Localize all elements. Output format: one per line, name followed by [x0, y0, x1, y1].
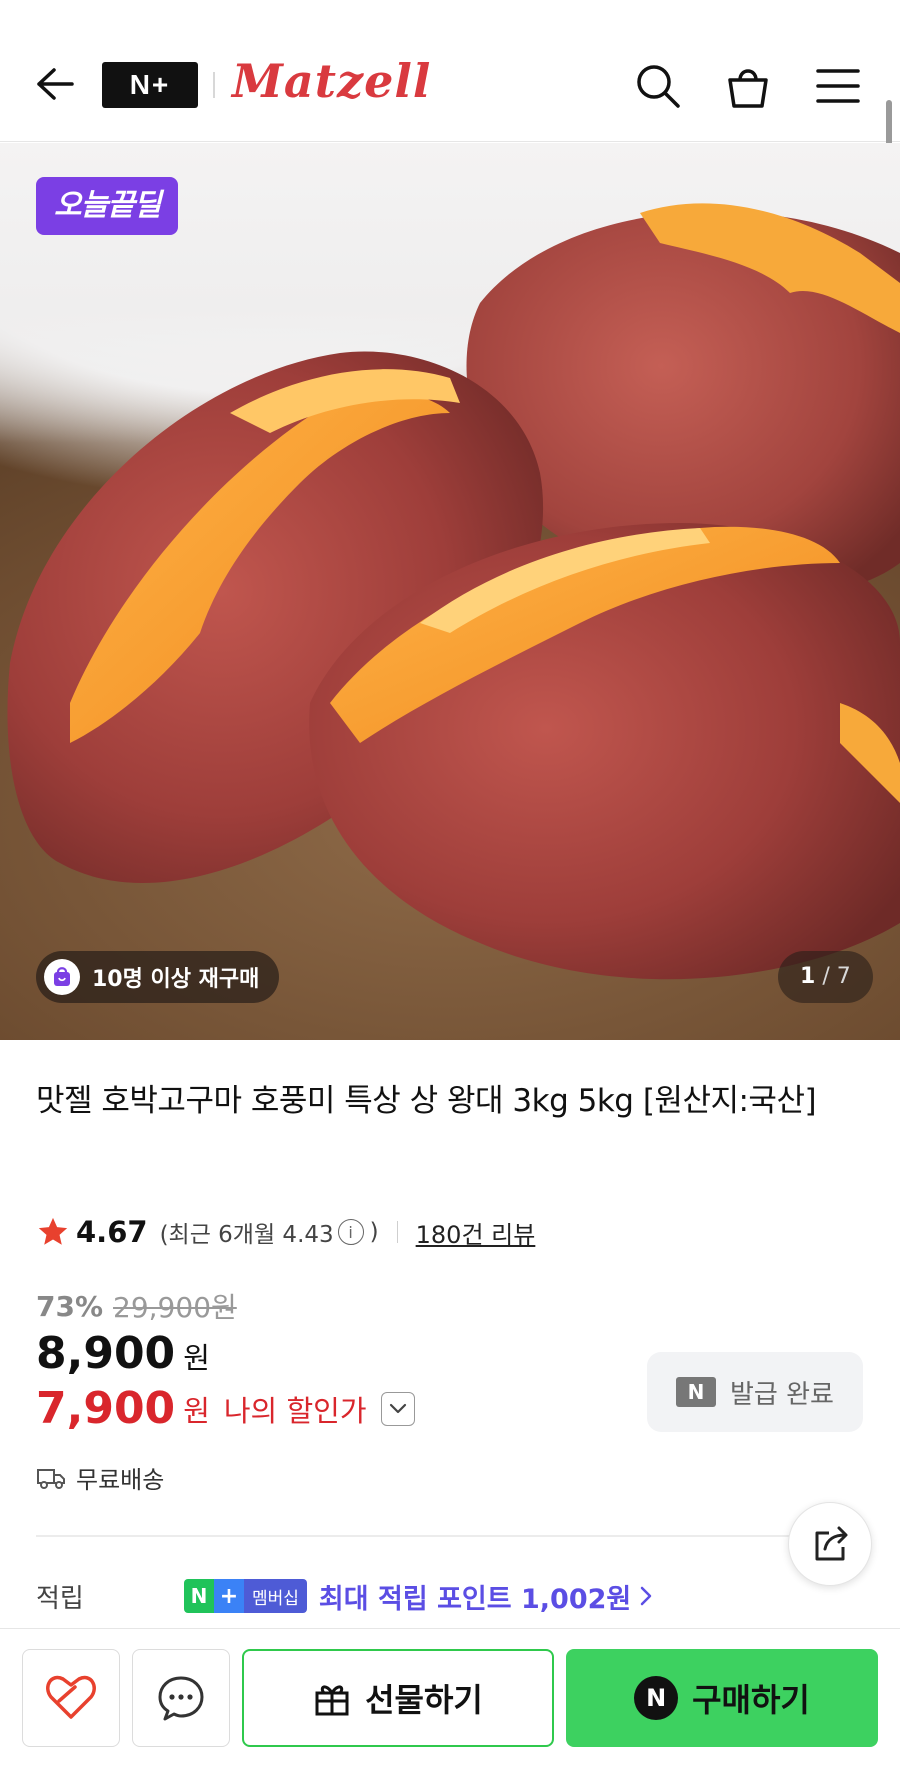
shipping-text: 무료배송: [76, 1466, 165, 1494]
product-image-carousel[interactable]: 오늘끝딜 10명 이상 재구매 1 / 7: [0, 143, 900, 1040]
product-title: 맛젤 호박고구마 호풍미 특상 상 왕대 3kg 5kg [원산지:국산]: [36, 1083, 817, 1119]
my-price-row: 7,900 원 나의 할인가: [36, 1383, 415, 1434]
max-points-text: 최대 적립 포인트 1,002원: [318, 1583, 632, 1615]
chat-icon: [158, 1676, 204, 1721]
original-price: 29,900원: [113, 1291, 237, 1324]
my-price-unit: 원: [183, 1393, 210, 1428]
rating-separator: [396, 1221, 398, 1243]
talk-button[interactable]: [132, 1649, 230, 1747]
membership-plus: +: [214, 1579, 244, 1613]
discount-rate: 73%: [36, 1289, 104, 1323]
discount-row: 73% 29,900원: [36, 1286, 237, 1326]
recent-rating: (최근 6개월 4.43 i ): [160, 1215, 379, 1249]
today-deal-badge: 오늘끝딜: [36, 177, 179, 235]
chevron-right-icon: [641, 1586, 652, 1606]
header-divider: [213, 72, 215, 98]
star-icon: [38, 1217, 68, 1245]
product-photo-sweet-potatoes: [7, 203, 900, 980]
recent-rating-close: ): [369, 1219, 379, 1245]
gift-icon: [315, 1685, 349, 1716]
gift-label: 선물하기: [365, 1681, 483, 1719]
rating-score: 4.67: [76, 1215, 148, 1249]
nplus-logo[interactable]: N+: [102, 62, 198, 108]
menu-icon: [816, 69, 860, 103]
cart-icon: [728, 69, 768, 108]
sale-price: 8,900: [36, 1328, 176, 1379]
search-button[interactable]: [630, 58, 686, 114]
repurchase-badge: 10명 이상 재구매: [36, 951, 280, 1003]
bottom-action-bar: 선물하기 N 구매하기: [0, 1628, 900, 1770]
bag-icon: [44, 959, 80, 995]
my-price-label: 나의 할인가: [223, 1393, 367, 1428]
shipping-row: 무료배송: [36, 1460, 164, 1495]
my-discount-price: 7,900: [36, 1383, 176, 1434]
top-header: N+ Matzell: [0, 0, 900, 142]
heart-icon: [46, 1675, 96, 1719]
repurchase-text: 10명 이상 재구매: [92, 967, 260, 992]
page-separator: /: [822, 964, 830, 989]
membership-text: 멤버십: [244, 1579, 307, 1613]
section-divider: [36, 1535, 864, 1537]
share-button[interactable]: [788, 1502, 872, 1586]
sale-price-row: 8,900 원: [36, 1328, 210, 1379]
sale-price-unit: 원: [183, 1341, 210, 1375]
review-count-link[interactable]: 180건 리뷰: [416, 1215, 536, 1250]
membership-n: N: [184, 1579, 214, 1613]
page-total: 7: [836, 964, 851, 989]
back-button[interactable]: [28, 62, 80, 106]
buy-button[interactable]: N 구매하기: [566, 1649, 878, 1747]
wishlist-button[interactable]: [22, 1649, 120, 1747]
info-icon[interactable]: i: [337, 1219, 364, 1245]
coupon-n-icon: N: [676, 1377, 717, 1407]
coupon-label: 발급 완료: [730, 1379, 834, 1410]
rating-row: 4.67 (최근 6개월 4.43 i ) 180건 리뷰: [36, 1212, 535, 1252]
buy-label: 구매하기: [692, 1681, 810, 1719]
menu-button[interactable]: [810, 58, 866, 114]
share-icon: [815, 1526, 848, 1561]
cart-button[interactable]: [720, 58, 776, 114]
gift-button[interactable]: 선물하기: [242, 1649, 554, 1747]
chevron-down-icon: [389, 1403, 406, 1413]
max-points-link[interactable]: 최대 적립 포인트 1,002원: [319, 1577, 655, 1616]
points-row: 적립 N + 멤버십 최대 적립 포인트 1,002원: [36, 1576, 655, 1616]
recent-rating-text: (최근 6개월 4.43: [159, 1222, 334, 1248]
back-arrow-icon: [37, 68, 74, 100]
naver-pay-icon: N: [634, 1676, 679, 1720]
my-price-toggle[interactable]: [380, 1391, 415, 1426]
page-current: 1: [800, 964, 816, 989]
image-page-indicator: 1 / 7: [778, 951, 873, 1003]
brand-logo[interactable]: Matzell: [232, 54, 431, 114]
points-label: 적립: [36, 1583, 84, 1614]
nplus-membership-badge: N + 멤버십: [184, 1579, 307, 1613]
truck-icon: [37, 1468, 65, 1489]
search-icon: [637, 65, 680, 108]
coupon-issued-button[interactable]: N 발급 완료: [647, 1352, 863, 1432]
